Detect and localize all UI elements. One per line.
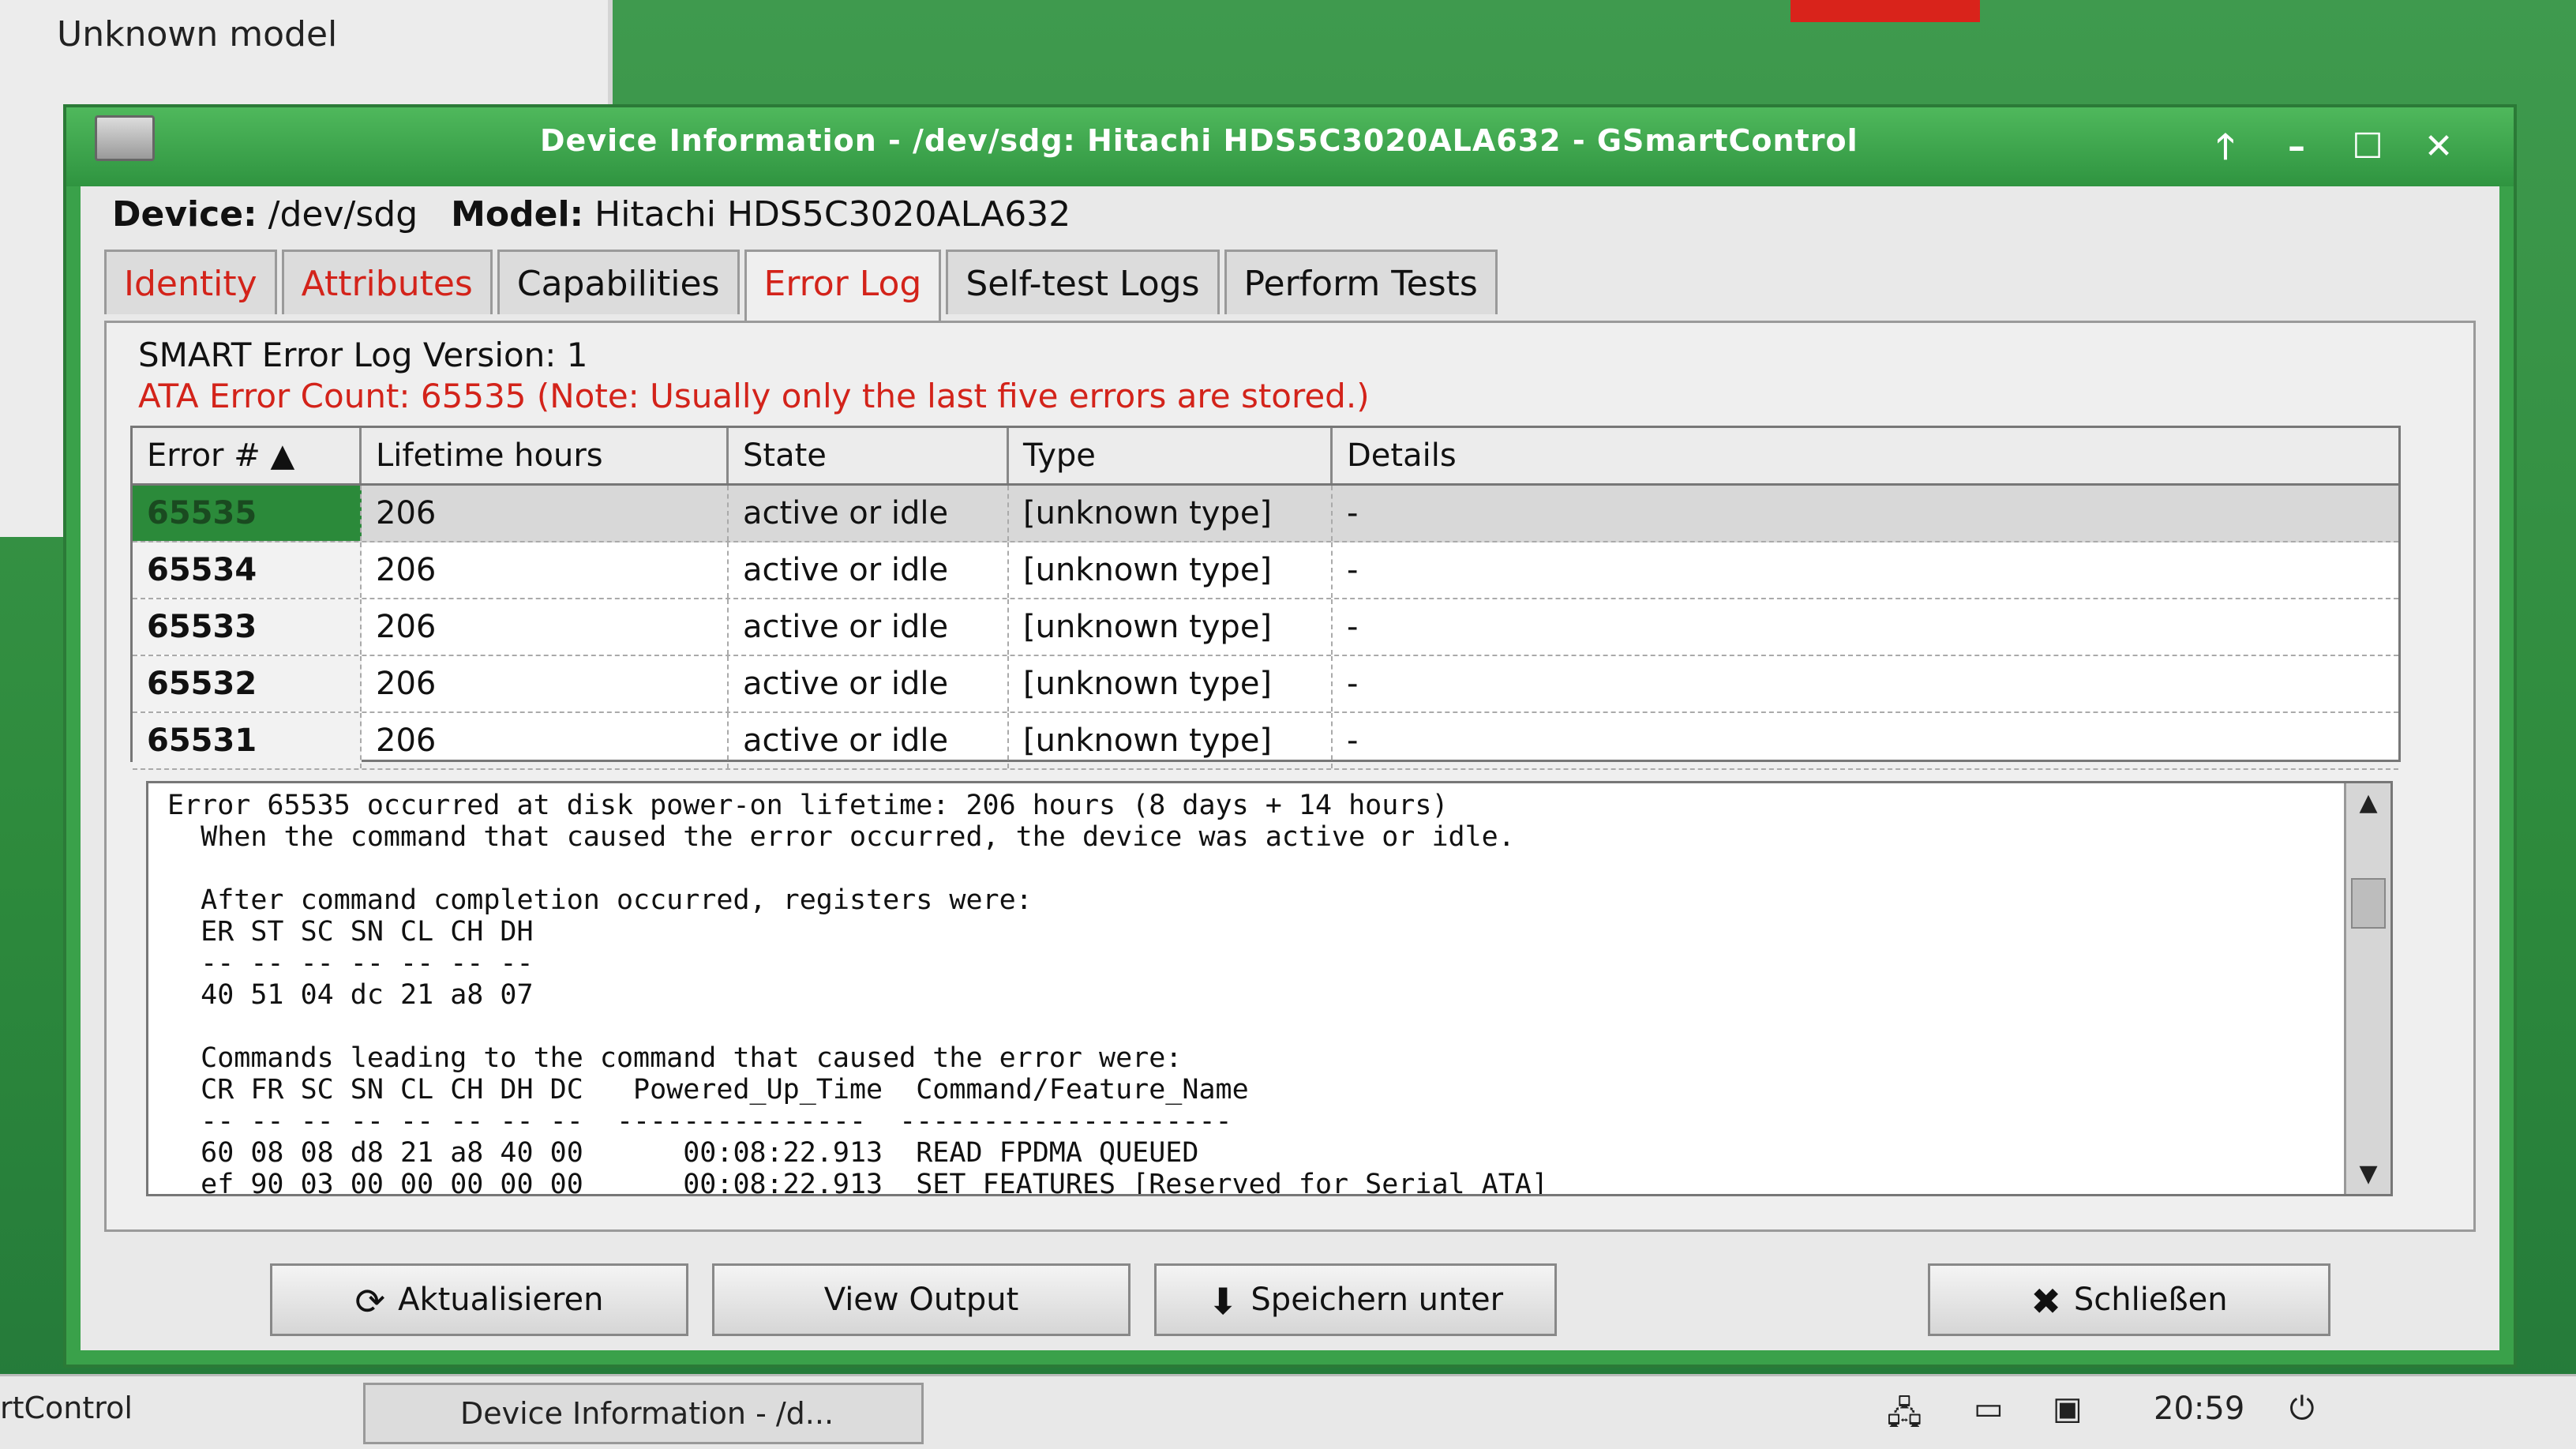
error-table: Error # ▲ Lifetime hours State Type Deta… xyxy=(130,426,2401,770)
lifetime-hours-cell: 206 xyxy=(362,486,729,541)
type-cell: [unknown type] xyxy=(1009,713,1333,768)
column-header-type[interactable]: Type xyxy=(1009,428,1333,483)
battery-icon[interactable]: ▭ xyxy=(1974,1391,2004,1427)
table-row[interactable]: 65535 206 active or idle [unknown type] … xyxy=(133,486,2398,542)
table-header: Error # ▲ Lifetime hours State Type Deta… xyxy=(133,428,2398,486)
error-details-text: Error 65535 occurred at disk power-on li… xyxy=(167,790,1548,1196)
state-cell: active or idle xyxy=(729,599,1009,655)
close-button[interactable]: ✖ Schließen xyxy=(1928,1263,2330,1336)
scroll-down-arrow-icon[interactable]: ▼ xyxy=(2346,1154,2390,1194)
view-output-button[interactable]: View Output xyxy=(712,1263,1131,1336)
model-label: Model: xyxy=(451,194,584,235)
lifetime-hours-cell: 206 xyxy=(362,656,729,711)
lifetime-hours-cell: 206 xyxy=(362,713,729,768)
close-x-icon: ✖ xyxy=(2030,1280,2061,1323)
device-info-line: Device: /dev/sdg Model: Hitachi HDS5C302… xyxy=(112,194,1071,235)
taskbar-app-label[interactable]: rtControl xyxy=(0,1391,133,1425)
tab-attributes[interactable]: Attributes xyxy=(281,250,493,314)
error-count-text: ATA Error Count: 65535 (Note: Usually on… xyxy=(138,377,1370,415)
tab-self-test-logs[interactable]: Self-test Logs xyxy=(946,250,1220,314)
device-label: Device: xyxy=(112,194,257,235)
column-header-lifetime-hours[interactable]: Lifetime hours xyxy=(362,428,729,483)
log-version-text: SMART Error Log Version: 1 xyxy=(138,336,588,374)
title-bar[interactable]: Device Information - /dev/sdg: Hitachi H… xyxy=(66,107,2514,186)
state-cell: active or idle xyxy=(729,656,1009,711)
desktop: Unknown model Device Information - /dev/… xyxy=(0,0,2576,1449)
type-cell: [unknown type] xyxy=(1009,486,1333,541)
error-details-textview[interactable]: Error 65535 occurred at disk power-on li… xyxy=(146,781,2393,1196)
table-row[interactable]: 65534 206 active or idle [unknown type] … xyxy=(133,542,2398,599)
tab-bar: Identity Attributes Capabilities Error L… xyxy=(104,250,1502,322)
refresh-button[interactable]: ⟳ Aktualisieren xyxy=(270,1263,688,1336)
tab-identity[interactable]: Identity xyxy=(104,250,277,314)
column-header-state[interactable]: State xyxy=(729,428,1009,483)
view-output-button-label: View Output xyxy=(823,1282,1019,1318)
minimize-button[interactable]: – xyxy=(2269,125,2324,169)
tab-capabilities[interactable]: Capabilities xyxy=(497,250,740,314)
details-cell: - xyxy=(1347,552,1359,588)
details-cell: - xyxy=(1347,666,1359,702)
lifetime-hours-cell: 206 xyxy=(362,599,729,655)
network-icon[interactable]: 🖧 xyxy=(1887,1391,1922,1444)
device-value: /dev/sdg xyxy=(268,194,418,235)
state-cell: active or idle xyxy=(729,486,1009,541)
display-icon[interactable]: ▣ xyxy=(2053,1391,2083,1427)
model-value: Hitachi HDS5C3020ALA632 xyxy=(594,194,1071,235)
table-row[interactable]: 65531 206 active or idle [unknown type] … xyxy=(133,713,2398,770)
column-header-details[interactable]: Details xyxy=(1333,428,2398,483)
details-cell: - xyxy=(1347,609,1359,645)
background-window-text: Unknown model xyxy=(57,14,338,54)
table-row[interactable]: 65532 206 active or idle [unknown type] … xyxy=(133,656,2398,713)
table-row[interactable]: 65533 206 active or idle [unknown type] … xyxy=(133,599,2398,656)
details-cell: - xyxy=(1347,495,1359,531)
taskbar: rtControl Device Information - /d... 🖧 ▭… xyxy=(0,1374,2576,1449)
type-cell: [unknown type] xyxy=(1009,542,1333,598)
scroll-up-arrow-icon[interactable]: ▲ xyxy=(2346,783,2390,823)
lifetime-hours-cell: 206 xyxy=(362,542,729,598)
close-window-button[interactable]: ✕ xyxy=(2411,125,2466,169)
error-number-cell: 65533 xyxy=(133,599,362,655)
type-cell: [unknown type] xyxy=(1009,656,1333,711)
type-cell: [unknown type] xyxy=(1009,599,1333,655)
keep-above-button[interactable]: 🡑 xyxy=(2198,125,2253,169)
refresh-button-label: Aktualisieren xyxy=(398,1282,604,1318)
maximize-button[interactable]: ☐ xyxy=(2340,125,2395,169)
error-number-cell: 65531 xyxy=(133,713,362,768)
taskbar-window-button[interactable]: Device Information - /d... xyxy=(363,1383,924,1444)
close-button-label: Schließen xyxy=(2073,1282,2228,1318)
error-number-cell: 65535 xyxy=(133,486,362,541)
logout-icon[interactable]: ⏻ xyxy=(2289,1391,2315,1427)
error-number-cell: 65534 xyxy=(133,542,362,598)
save-icon: ⬇ xyxy=(1207,1280,1239,1323)
state-cell: active or idle xyxy=(729,542,1009,598)
tab-error-log[interactable]: Error Log xyxy=(744,250,942,322)
window-content: Device: /dev/sdg Model: Hitachi HDS5C302… xyxy=(81,186,2499,1350)
taskbar-clock[interactable]: 20:59 xyxy=(2154,1391,2244,1427)
background-red-element xyxy=(1790,0,1980,22)
app-icon xyxy=(95,115,155,161)
scroll-thumb[interactable] xyxy=(2351,878,2386,929)
state-cell: active or idle xyxy=(729,713,1009,768)
window-title: Device Information - /dev/sdg: Hitachi H… xyxy=(540,123,1858,158)
details-cell: - xyxy=(1347,723,1359,759)
error-log-panel: SMART Error Log Version: 1 ATA Error Cou… xyxy=(104,321,2476,1232)
error-number-cell: 65532 xyxy=(133,656,362,711)
tab-perform-tests[interactable]: Perform Tests xyxy=(1224,250,1498,314)
save-as-button[interactable]: ⬇ Speichern unter xyxy=(1154,1263,1557,1336)
column-header-error-number[interactable]: Error # ▲ xyxy=(133,428,362,483)
button-bar: ⟳ Aktualisieren View Output ⬇ Speichern un… xyxy=(81,1257,2499,1336)
save-as-button-label: Speichern unter xyxy=(1251,1282,1504,1318)
details-scrollbar[interactable]: ▲ ▼ xyxy=(2344,783,2390,1194)
device-information-window: Device Information - /dev/sdg: Hitachi H… xyxy=(63,104,2517,1368)
refresh-icon: ⟳ xyxy=(354,1280,386,1323)
